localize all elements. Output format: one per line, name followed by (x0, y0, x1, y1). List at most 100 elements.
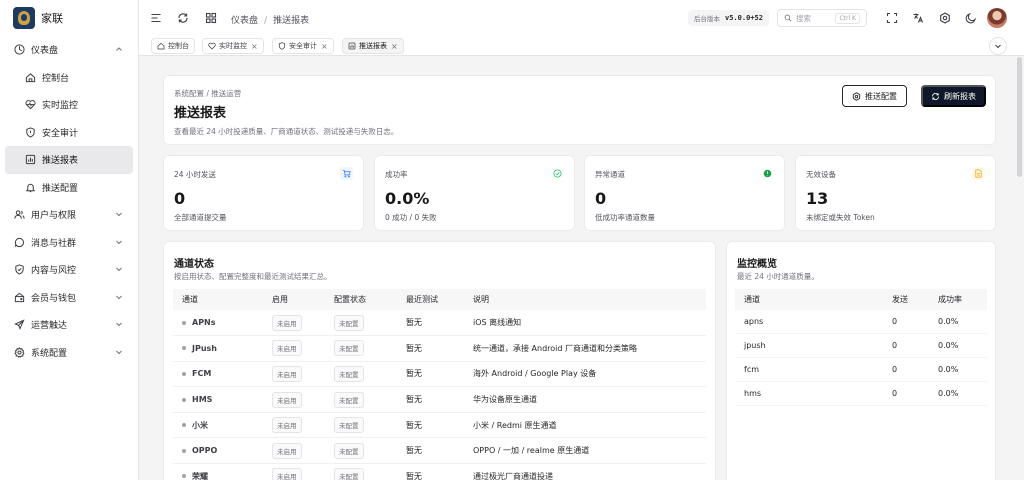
sidebar-item-system-config[interactable]: 系统配置 (5, 339, 133, 367)
table-row[interactable]: hms 0 0.0% (735, 381, 987, 406)
moon-icon[interactable] (964, 11, 978, 25)
tab-console[interactable]: 控制台 (151, 38, 195, 54)
sidebar-item-label: 推送报表 (42, 156, 79, 167)
header-breadcrumb: 仪表盘 / 推送报表 (231, 13, 309, 26)
tab-realtime-monitor[interactable]: 实时监控 × (202, 38, 264, 54)
menu-toggle-icon[interactable] (149, 11, 163, 25)
sidebar-item-label: 实时监控 (42, 101, 79, 112)
last-test: 暂无 (397, 386, 464, 413)
send-icon (14, 319, 25, 331)
channel-name: HMS (192, 395, 213, 405)
close-icon[interactable]: × (321, 42, 328, 51)
fullscreen-icon[interactable] (885, 11, 899, 25)
config-badge: 未配置 (334, 314, 364, 331)
version-badge: 后台版本 v5.0.0+52 (688, 10, 769, 26)
tab-push-report[interactable]: 推送报表 × (342, 38, 404, 54)
sidebar-item-push-config[interactable]: 推送配置 (5, 174, 133, 202)
translate-icon[interactable] (911, 11, 925, 25)
settings-icon (852, 91, 861, 101)
channel-note: 小米 / Redmi 原生通道 (464, 412, 706, 439)
enabled-badge: 未启用 (272, 442, 302, 459)
monitor-sent: 0 (883, 381, 929, 406)
settings-icon[interactable] (938, 11, 952, 25)
grid-icon[interactable] (204, 11, 218, 25)
sidebar-item-push-report[interactable]: 推送报表 (5, 146, 133, 174)
app-name: 家联 (41, 12, 63, 25)
chevron-down-icon (115, 348, 123, 356)
sidebar-item-console[interactable]: 控制台 (5, 64, 133, 92)
channel-name: OPPO (192, 446, 218, 456)
channel-note: 华为设备原生通道 (464, 386, 706, 413)
channel-note: 统一通道，承接 Android 厂商通道和分类策略 (464, 335, 706, 362)
table-row[interactable]: APNs 未启用 未配置 暂无 iOS 离线通知 (173, 310, 706, 337)
sidebar-item-label: 控制台 (42, 73, 70, 84)
stat-card-24h-sent: 24 小时发送 0 全部通道提交量 (163, 155, 364, 231)
sidebar-item-label: 安全审计 (42, 128, 79, 139)
section-description: 按启用状态、配置完整度和最近测试结果汇总。 (174, 272, 332, 281)
table-row[interactable]: HMS 未启用 未配置 暂无 华为设备原生通道 (173, 386, 706, 413)
breadcrumb-dashboard[interactable]: 仪表盘 (231, 16, 258, 26)
users-icon (14, 209, 25, 220)
table-row[interactable]: OPPO 未启用 未配置 暂无 OPPO / 一加 / realme 原生通道 (173, 437, 706, 465)
table-row[interactable]: 小米 未启用 未配置 暂无 小米 / Redmi 原生通道 (173, 412, 706, 439)
push-config-button[interactable]: 推送配置 (842, 85, 907, 107)
stat-value: 13 (806, 189, 829, 208)
wallet-icon (14, 292, 25, 303)
refresh-icon[interactable] (176, 11, 190, 25)
refresh-report-button[interactable]: 刷新报表 (921, 85, 986, 107)
column-header: 成功率 (929, 289, 987, 310)
stat-card-success-rate: 成功率 0.0% 0 成功 / 0 失败 (374, 155, 575, 231)
channel-note: 海外 Android / Google Play 设备 (464, 361, 706, 388)
user-avatar[interactable] (987, 8, 1007, 28)
sidebar-item-label: 用户与权限 (31, 211, 77, 222)
page-header-card: 系统配置 / 推送运营 推送报表 查看最近 24 小时投递质量、厂商通道状态、测… (163, 75, 996, 145)
monitor-sent: 0 (883, 357, 929, 382)
monitor-channel: apns (735, 310, 883, 335)
tab-security-audit[interactable]: 安全审计 × (272, 38, 334, 54)
monitor-rate: 0.0% (929, 333, 987, 359)
table-row[interactable]: jpush 0 0.0% (735, 333, 987, 359)
heart-pulse-icon (208, 42, 216, 50)
brand[interactable]: 家联 (0, 0, 138, 36)
column-header: 通道 (735, 289, 883, 310)
enabled-badge: 未启用 (272, 340, 302, 357)
config-badge: 未配置 (334, 442, 364, 459)
chevron-down-icon (995, 44, 1001, 49)
sidebar-item-operations-reach[interactable]: 运营触达 (5, 311, 133, 339)
push-config-label: 推送配置 (865, 91, 897, 101)
column-header: 配置状态 (325, 289, 397, 310)
alert-circle-icon (761, 167, 774, 180)
message-icon (14, 237, 25, 248)
sidebar-item-label: 运营触达 (31, 321, 68, 332)
monitor-channel: jpush (735, 333, 883, 359)
sidebar-item-security-audit[interactable]: 安全审计 (5, 119, 133, 147)
monitor-rate: 0.0% (929, 310, 987, 335)
sidebar-item-users[interactable]: 用户与权限 (5, 201, 133, 229)
heart-pulse-icon (25, 99, 36, 110)
close-icon[interactable]: × (251, 42, 258, 51)
table-row[interactable]: apns 0 0.0% (735, 310, 987, 335)
sidebar-nav: 仪表盘 控制台 实时监控 安全审计 推送报表 推送配置 用户与权限 消息与社群 … (0, 36, 138, 366)
table-row[interactable]: 荣耀 未启用 未配置 暂无 通过极光厂商通道投递 (173, 463, 706, 480)
tab-label: 实时监控 (219, 42, 247, 50)
chart-icon (348, 42, 356, 50)
table-row[interactable]: fcm 0 0.0% (735, 357, 987, 382)
tabs-more-button[interactable] (989, 37, 1007, 55)
version-label: 后台版本 (694, 15, 720, 23)
sidebar-item-membership-wallet[interactable]: 会员与钱包 (5, 284, 133, 312)
table-row[interactable]: FCM 未启用 未配置 暂无 海外 Android / Google Play … (173, 361, 706, 388)
sidebar-item-realtime-monitor[interactable]: 实时监控 (5, 91, 133, 119)
config-badge: 未配置 (334, 417, 364, 434)
page-scrollbar[interactable] (1017, 57, 1022, 177)
close-icon[interactable]: × (391, 42, 398, 51)
table-row[interactable]: JPush 未启用 未配置 暂无 统一通道，承接 Android 厂商通道和分类… (173, 335, 706, 362)
sidebar-item-label: 会员与钱包 (31, 293, 77, 304)
sidebar-item-content-risk[interactable]: 内容与风控 (5, 256, 133, 284)
search-box[interactable]: Ctrl K (777, 9, 867, 27)
sidebar-item-label: 仪表盘 (31, 46, 59, 57)
sidebar-item-messages[interactable]: 消息与社群 (5, 229, 133, 257)
sidebar-item-dashboard[interactable]: 仪表盘 (5, 36, 133, 64)
shield-check-icon (14, 264, 25, 275)
stat-sub: 0 成功 / 0 失败 (385, 213, 437, 222)
sidebar-item-label: 推送配置 (42, 183, 79, 194)
